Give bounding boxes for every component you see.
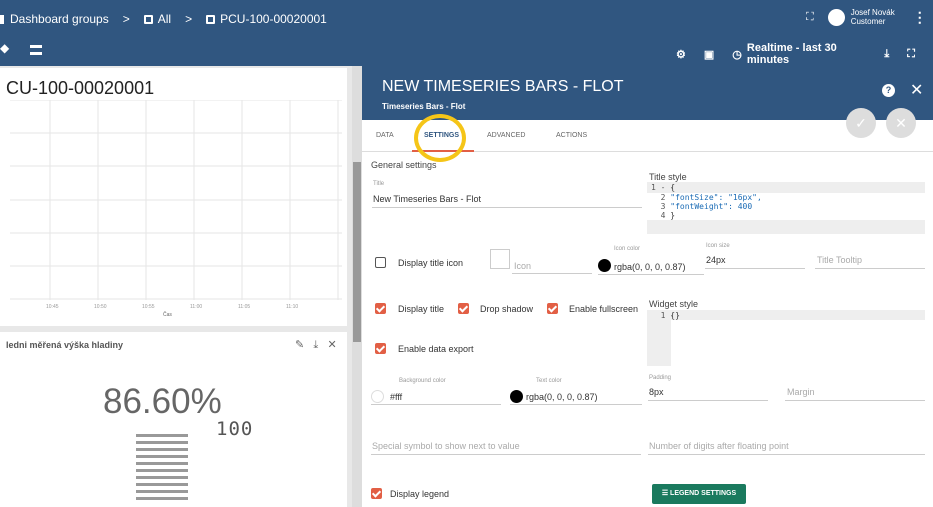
- breadcrumb-separator: >: [185, 12, 193, 26]
- user-area: ⛶ Josef Novák Customer ⋮: [806, 8, 927, 26]
- special-symbol-input[interactable]: Special symbol to show next to value: [372, 441, 520, 451]
- drop-shadow-checkbox[interactable]: [458, 303, 469, 314]
- text-color-label: Text color: [536, 378, 562, 384]
- text-color-value[interactable]: rgba(0, 0, 0, 0.87): [526, 392, 598, 402]
- fullscreen-icon[interactable]: ⛶: [806, 11, 814, 24]
- icon-color-value[interactable]: rgba(0, 0, 0, 0.87): [614, 262, 686, 272]
- enable-data-export-checkbox[interactable]: [375, 343, 386, 354]
- breadcrumb-dashboard-groups[interactable]: Dashboard groups: [10, 12, 109, 26]
- display-title-icon-label: Display title icon: [398, 258, 464, 268]
- text-color-swatch[interactable]: [510, 390, 523, 403]
- widget-style-label: Widget style: [649, 299, 699, 309]
- bg-color-label: Background color: [399, 378, 446, 384]
- display-legend-checkbox[interactable]: [371, 488, 382, 499]
- margin-input[interactable]: Margin: [787, 387, 815, 397]
- x-tick: 10:50: [94, 304, 107, 310]
- title-tooltip-input[interactable]: Title Tooltip: [817, 255, 862, 265]
- gauge-value: 86.60%: [103, 382, 222, 421]
- enable-fullscreen-label: Enable fullscreen: [569, 304, 639, 314]
- fullscreen-icon[interactable]: ⛶: [907, 48, 915, 61]
- breadcrumb-current[interactable]: PCU-100-00020001: [220, 12, 327, 26]
- widget-style-editor[interactable]: 1 {}: [647, 310, 925, 366]
- x-tick: 10:55: [142, 304, 155, 310]
- icon-color-label: Icon color: [614, 246, 641, 252]
- user-info[interactable]: Josef Novák Customer: [851, 8, 895, 26]
- tab-actions[interactable]: ACTIONS: [556, 132, 587, 139]
- avatar[interactable]: [827, 8, 845, 26]
- breadcrumb-all[interactable]: All: [158, 12, 171, 26]
- display-title-label: Display title: [398, 304, 445, 314]
- layers-icon[interactable]: ◆: [0, 41, 9, 55]
- x-axis-label: Čas: [163, 312, 172, 318]
- breadcrumb-separator: >: [122, 12, 130, 26]
- icon-picker[interactable]: [490, 249, 510, 269]
- legend-settings-button[interactable]: ☰ LEGEND SETTINGS: [652, 484, 746, 504]
- download-icon[interactable]: ⤓: [884, 48, 889, 61]
- icon-size-label: Icon size: [706, 243, 730, 249]
- top-bar: Dashboard groups > All > PCU-100-0002000…: [0, 0, 933, 66]
- title-input[interactable]: New Timeseries Bars - Flot: [373, 194, 481, 204]
- dashboard-groups-icon: [0, 14, 4, 24]
- lcd-value: 100: [216, 418, 254, 440]
- widget-settings-panel: NEW TIMESERIES BARS - FLOT Timeseries Ba…: [362, 66, 933, 507]
- icon-color-swatch[interactable]: [598, 259, 611, 272]
- tab-data[interactable]: DATA: [376, 132, 394, 139]
- display-legend-label: Display legend: [390, 489, 450, 499]
- padding-input[interactable]: 8px: [649, 387, 664, 397]
- panel-header: NEW TIMESERIES BARS - FLOT Timeseries Ba…: [362, 66, 933, 120]
- padding-label: Padding: [649, 375, 672, 381]
- x-tick: 10:45: [46, 304, 59, 310]
- list-icon: ☰: [661, 490, 669, 497]
- display-title-icon-checkbox[interactable]: [375, 257, 386, 268]
- x-tick: 11:05: [238, 304, 251, 310]
- dashboard-toolbar: ◆ ⚙ ▣ ◷ Realtime - last 30 minutes ⤓ ⛶: [0, 40, 933, 66]
- display-title-checkbox[interactable]: [375, 303, 386, 314]
- title-style-label: Title style: [649, 172, 687, 182]
- edit-icon[interactable]: ✎: [295, 339, 304, 351]
- grid-icon: [143, 14, 153, 24]
- chart-widget: CU-100-00020001 10:45 10:50 10:55 11:00 …: [0, 68, 347, 326]
- x-tick: 11:10: [286, 304, 299, 310]
- chart-area[interactable]: [10, 100, 342, 300]
- enable-fullscreen-checkbox[interactable]: [547, 303, 558, 314]
- tab-advanced[interactable]: ADVANCED: [487, 132, 525, 139]
- bg-color-swatch[interactable]: [371, 390, 384, 403]
- chart-grid: [10, 100, 342, 300]
- more-menu-icon[interactable]: ⋮: [913, 9, 927, 26]
- panel-title: NEW TIMESERIES BARS - FLOT: [382, 78, 624, 95]
- title-field-label: Title: [373, 181, 385, 187]
- realtime-timewindow[interactable]: Realtime - last 30 minutes: [747, 42, 867, 66]
- level-bars: [136, 434, 188, 504]
- general-settings-heading: General settings: [371, 160, 437, 170]
- gauge-widget: ledni měřená výška hladiny ✎ ⤓ ✕ 86.60% …: [0, 332, 347, 507]
- close-icon[interactable]: ✕: [327, 339, 336, 351]
- close-icon[interactable]: ✕: [910, 80, 923, 100]
- aliases-icon[interactable]: ▣: [704, 48, 714, 61]
- widget-actions: ✎ ⤓ ✕: [295, 338, 337, 352]
- scrollbar-thumb[interactable]: [353, 162, 361, 342]
- panel-subtitle: Timeseries Bars - Flot: [382, 102, 466, 111]
- grid-icon: [206, 14, 216, 24]
- enable-data-export-label: Enable data export: [398, 344, 474, 354]
- icon-size-input[interactable]: 24px: [706, 255, 726, 265]
- dashboard-scrollbar[interactable]: [352, 66, 362, 507]
- download-icon[interactable]: ⤓: [313, 339, 318, 351]
- user-name: Josef Novák: [850, 8, 895, 17]
- user-role: Customer: [850, 17, 886, 26]
- menu-icon[interactable]: [30, 45, 42, 55]
- x-tick: 11:00: [190, 304, 203, 310]
- settings-icon[interactable]: ⚙: [676, 48, 686, 61]
- bg-color-value[interactable]: #fff: [390, 392, 402, 402]
- widget-title: ledni měřená výška hladiny: [6, 340, 124, 350]
- icon-input[interactable]: Icon: [514, 261, 531, 271]
- drop-shadow-label: Drop shadow: [480, 304, 534, 314]
- breadcrumb: Dashboard groups > All > PCU-100-0002000…: [0, 10, 327, 28]
- decimals-input[interactable]: Number of digits after floating point: [649, 441, 789, 451]
- title-style-editor[interactable]: 1 - { 2 "fontSize": "16px", 3 "fontWeigh…: [647, 182, 925, 234]
- widget-title: CU-100-00020001: [6, 78, 155, 98]
- highlight-circle: [414, 114, 466, 162]
- clock-icon: ◷: [732, 48, 742, 61]
- help-icon[interactable]: ?: [882, 84, 895, 97]
